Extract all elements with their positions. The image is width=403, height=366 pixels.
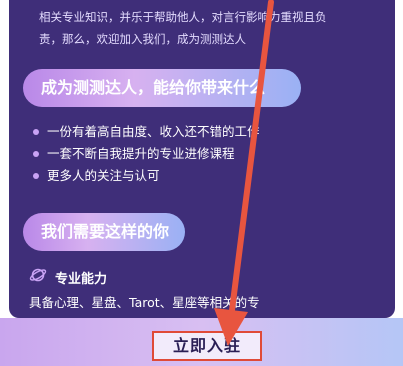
intro-line-1: 相关专业知识，并乐于帮助他人，对言行影响力重视且负: [39, 10, 327, 24]
info-card: 相关专业知识，并乐于帮助他人，对言行影响力重视且负 责，那么，欢迎加入我们，成为…: [9, 0, 395, 318]
intro-text: 相关专业知识，并乐于帮助他人，对言行影响力重视且负 责，那么，欢迎加入我们，成为…: [39, 6, 369, 50]
skill-title: 专业能力: [55, 271, 108, 287]
skill-description: 具备心理、星盘、Tarot、星座等相关的专: [29, 295, 260, 310]
join-now-button[interactable]: 立即入驻: [152, 331, 262, 361]
needs-heading: 我们需要这样的你: [23, 213, 185, 251]
planet-icon: [29, 266, 47, 288]
skill-header: 专业能力: [29, 266, 107, 288]
benefits-heading: 成为测测达人，能给你带来什么: [23, 69, 301, 107]
intro-line-2: 责，那么，欢迎加入我们，成为测测达人: [39, 32, 246, 46]
benefit-item: 一份有着高自由度、收入还不错的工作: [33, 121, 260, 143]
benefit-item: 一套不断自我提升的专业进修课程: [33, 143, 260, 165]
benefit-item: 更多人的关注与认可: [33, 165, 260, 187]
benefits-list: 一份有着高自由度、收入还不错的工作 一套不断自我提升的专业进修课程 更多人的关注…: [33, 121, 260, 187]
